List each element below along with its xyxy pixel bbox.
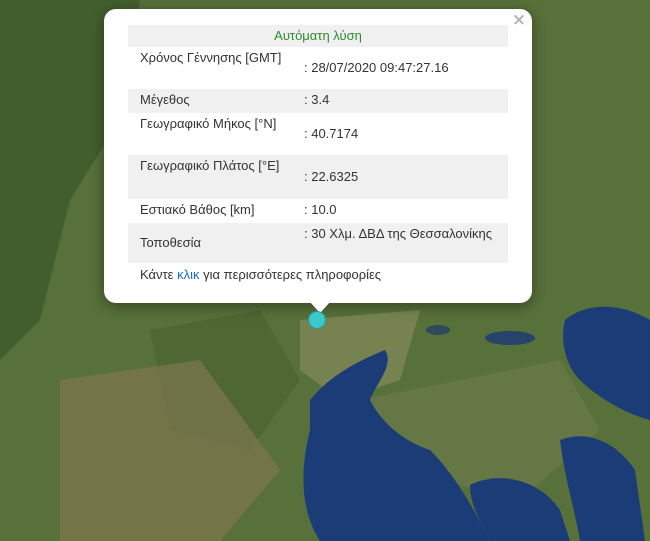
earthquake-epicenter-marker[interactable]: [308, 311, 326, 329]
info-row-depth: Εστιακό Βάθος [km] : 10.0: [128, 199, 508, 223]
info-row-origin-time: Χρόνος Γέννησης [GMT] : 28/07/2020 09:47…: [128, 47, 508, 89]
popup-title: Αυτόματη λύση: [128, 25, 508, 47]
origin-time-value: : 28/07/2020 09:47:27.16: [304, 60, 449, 75]
info-row-location: Τοποθεσία : 30 Χλμ. ΔΒΔ της Θεσσαλονίκης: [128, 223, 508, 263]
more-info-prefix: Κάντε: [140, 267, 178, 282]
info-row-latitude: Γεωγραφικό Μήκος [°N] : 40.7174: [128, 113, 508, 155]
latitude-value: : 40.7174: [304, 126, 359, 141]
more-info-link[interactable]: κλικ: [177, 267, 199, 282]
close-icon[interactable]: ×: [510, 11, 528, 29]
location-label: Τοποθεσία: [140, 235, 202, 250]
longitude-label: Γεωγραφικό Πλάτος [°E]: [140, 158, 280, 173]
depth-value: : 10.0: [304, 202, 337, 217]
magnitude-value: : 3.4: [304, 92, 330, 107]
location-value: : 30 Χλμ. ΔΒΔ της Θεσσαλονίκης: [304, 226, 493, 241]
more-info-text: Κάντε κλικ για περισσότερες πληροφορίες: [140, 267, 381, 282]
info-row-longitude: Γεωγραφικό Πλάτος [°E] : 22.6325: [128, 155, 508, 199]
lake-small: [426, 325, 450, 335]
origin-time-label: Χρόνος Γέννησης [GMT]: [140, 50, 282, 65]
info-row-magnitude: Μέγεθος : 3.4: [128, 89, 508, 113]
magnitude-label: Μέγεθος: [140, 92, 190, 107]
lake: [485, 331, 535, 345]
depth-label: Εστιακό Βάθος [km]: [140, 202, 255, 217]
longitude-value: : 22.6325: [304, 169, 359, 184]
more-info-suffix: για περισσότερες πληροφορίες: [199, 267, 382, 282]
latitude-label: Γεωγραφικό Μήκος [°N]: [140, 116, 277, 131]
